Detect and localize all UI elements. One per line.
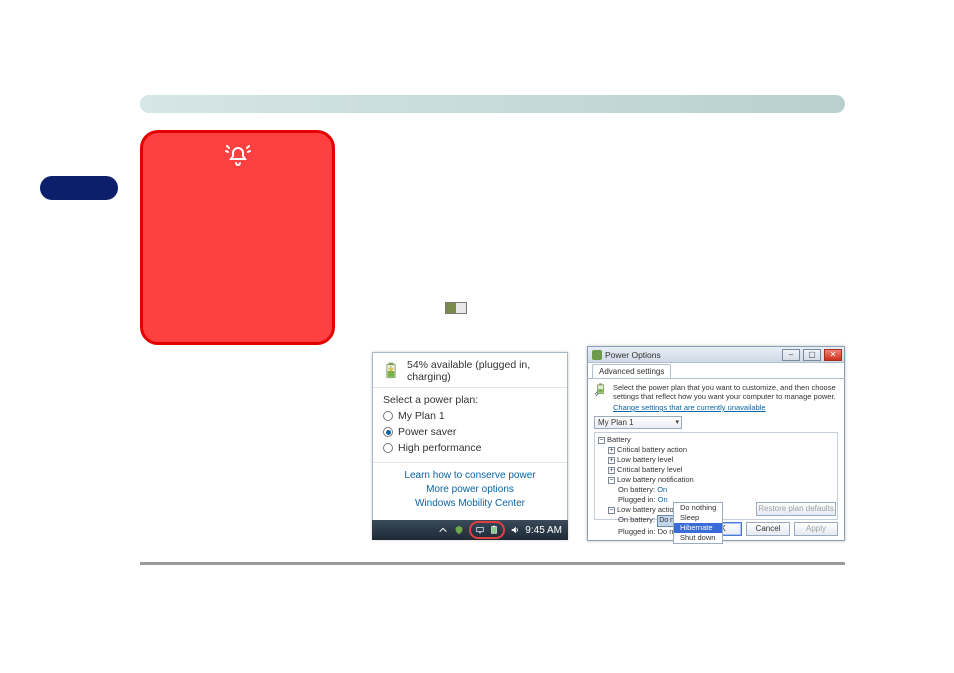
plan-label: High performance <box>398 442 481 454</box>
dialog-description: Select the power plan that you want to c… <box>613 383 838 401</box>
tree-critical-action: Critical battery action <box>617 445 687 454</box>
tab-strip: Advanced settings <box>588 363 844 379</box>
restore-defaults-button[interactable]: Restore plan defaults <box>756 502 836 516</box>
tree-onbatt-val[interactable]: On <box>657 485 667 494</box>
radio-icon <box>383 411 393 421</box>
plan-select-combo[interactable]: My Plan 1 <box>594 416 682 429</box>
battery-flyout: 54% available (plugged in, charging) Sel… <box>372 352 568 540</box>
cancel-button[interactable]: Cancel <box>746 522 790 536</box>
taskbar: 9:45 AM <box>372 520 568 540</box>
alarm-bell-icon <box>224 145 252 169</box>
warning-callout <box>140 130 335 345</box>
section-header-bar <box>140 95 845 113</box>
tray-arrow-icon[interactable] <box>437 524 449 536</box>
action-dropdown-menu: Do nothing Sleep Hibernate Shut down <box>673 502 723 544</box>
tab-advanced-settings[interactable]: Advanced settings <box>592 364 671 378</box>
power-options-icon <box>592 350 602 360</box>
radio-icon <box>383 443 393 453</box>
taskbar-clock[interactable]: 9:45 AM <box>525 525 562 536</box>
select-plan-label: Select a power plan: <box>383 394 557 406</box>
plan-label: Power saver <box>398 426 456 438</box>
tree-battery: Battery <box>607 435 631 444</box>
radio-selected-icon <box>383 427 393 437</box>
minimize-button[interactable]: – <box>782 349 800 361</box>
power-options-dialog: Power Options – ▢ ✕ Advanced settings Se… <box>587 346 845 541</box>
tree-la-onbatt-label: On battery: <box>618 515 655 524</box>
tray-battery-icon[interactable] <box>488 524 500 536</box>
tray-volume-icon[interactable] <box>509 524 521 536</box>
circled-tray-group <box>469 521 505 539</box>
tray-shield-icon[interactable] <box>453 524 465 536</box>
opt-sleep[interactable]: Sleep <box>674 513 722 523</box>
plan-option-powersaver[interactable]: Power saver <box>383 426 557 438</box>
tree-low-action: Low battery action <box>617 505 678 514</box>
tree-low-notification: Low battery notification <box>617 475 694 484</box>
restore-row: Restore plan defaults <box>756 502 836 516</box>
flyout-links: Learn how to conserve power More power o… <box>373 462 567 515</box>
maximize-button[interactable]: ▢ <box>803 349 821 361</box>
dialog-title: Power Options <box>605 350 779 360</box>
link-conserve-power[interactable]: Learn how to conserve power <box>373 469 567 483</box>
tree-plugged-label: Plugged in: <box>618 495 656 504</box>
tray-network-icon[interactable] <box>474 524 486 536</box>
link-more-power-options[interactable]: More power options <box>373 483 567 497</box>
tab-content: Select the power plan that you want to c… <box>588 379 844 520</box>
battery-plug-icon <box>594 383 608 397</box>
plan-option-myplan1[interactable]: My Plan 1 <box>383 410 557 422</box>
side-tab <box>40 176 118 200</box>
change-settings-link[interactable]: Change settings that are currently unava… <box>613 403 838 412</box>
battery-status-text: 54% available (plugged in, charging) <box>407 359 559 383</box>
inline-tray-icons <box>445 302 467 314</box>
close-button[interactable]: ✕ <box>824 349 842 361</box>
plan-option-highperf[interactable]: High performance <box>383 442 557 454</box>
apply-button[interactable]: Apply <box>794 522 838 536</box>
tree-la-plugged-label: Plugged in: <box>618 527 656 536</box>
battery-flyout-header: 54% available (plugged in, charging) <box>373 353 567 388</box>
dialog-titlebar: Power Options – ▢ ✕ <box>588 347 844 363</box>
opt-hibernate[interactable]: Hibernate <box>674 523 722 533</box>
footer-divider <box>140 562 845 565</box>
battery-charging-icon <box>381 361 401 381</box>
opt-shut-down[interactable]: Shut down <box>674 533 722 543</box>
tree-low-level: Low battery level <box>617 455 673 464</box>
tree-critical-level: Critical battery level <box>617 465 682 474</box>
opt-do-nothing[interactable]: Do nothing <box>674 503 722 513</box>
tree-plugged-val[interactable]: On <box>658 495 668 504</box>
link-mobility-center[interactable]: Windows Mobility Center <box>373 497 567 511</box>
tree-onbatt-label: On battery: <box>618 485 655 494</box>
plan-label: My Plan 1 <box>398 410 445 422</box>
